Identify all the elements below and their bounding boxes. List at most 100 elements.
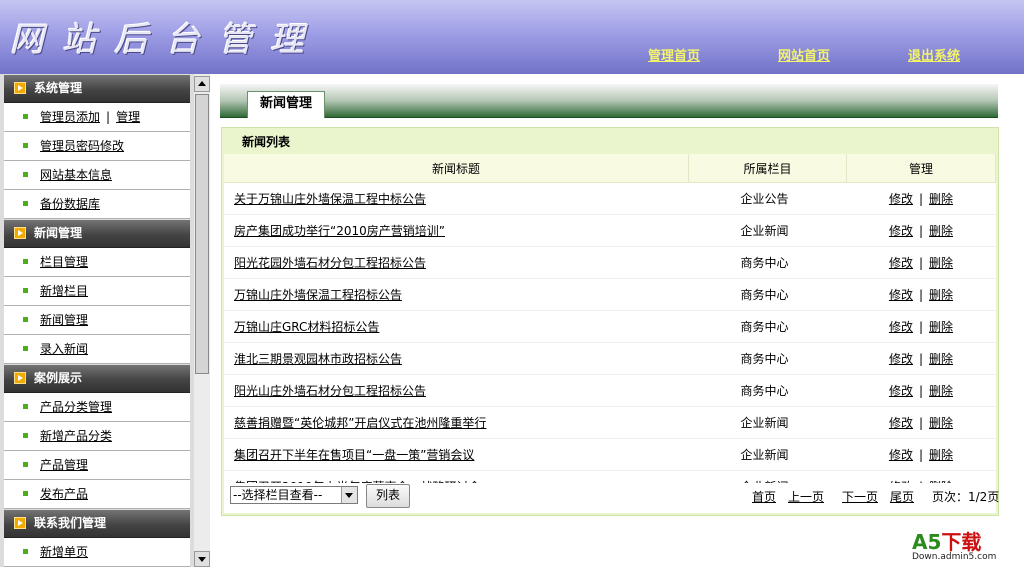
sidebar-item-label[interactable]: 管理员密码修改 [40, 132, 124, 160]
bullet-icon [23, 201, 28, 206]
nav-admin-home[interactable]: 管理首页 [648, 45, 700, 64]
table-row: 万锦山庄GRC材料招标公告 商务中心 修改 | 删除 [224, 310, 996, 343]
delete-link[interactable]: 删除 [929, 352, 953, 366]
separator: | [106, 110, 111, 124]
delete-link[interactable]: 删除 [929, 192, 953, 206]
news-title-link[interactable]: 阳光花园外墙石材分包工程招标公告 [224, 246, 689, 279]
sidebar-item-label[interactable]: 栏目管理 [40, 248, 88, 276]
sidebar-item-page-add[interactable]: 新增单页 [4, 538, 190, 567]
expand-arrow-icon [14, 227, 26, 239]
column-filter-select[interactable]: --选择栏目查看-- [230, 486, 358, 504]
row-actions: 修改 | 删除 [846, 406, 996, 439]
sidebar-item-news-manage[interactable]: 新闻管理 [4, 306, 190, 335]
separator: | [918, 320, 924, 334]
row-actions: 修改 | 删除 [846, 246, 996, 279]
edit-link[interactable]: 修改 [889, 224, 913, 238]
nav-site-home[interactable]: 网站首页 [778, 45, 830, 64]
delete-link[interactable]: 删除 [929, 224, 953, 238]
news-category: 企业新闻 [688, 406, 847, 439]
sidebar-menu: 系统管理 管理员添加 | 管理 管理员密码修改 网站基本信息 备份数据库 新闻管理 … [0, 74, 194, 567]
bullet-icon [23, 259, 28, 264]
bullet-icon [23, 114, 28, 119]
delete-link[interactable]: 删除 [929, 288, 953, 302]
admin-manage-link[interactable]: 管理 [116, 110, 140, 124]
edit-link[interactable]: 修改 [889, 192, 913, 206]
sidebar-item-news-add[interactable]: 录入新闻 [4, 335, 190, 364]
watermark-url: Down.admin5.com [912, 552, 997, 562]
sidebar-item-password[interactable]: 管理员密码修改 [4, 132, 190, 161]
edit-link[interactable]: 修改 [889, 384, 913, 398]
sidebar-category-contact[interactable]: 联系我们管理 [4, 510, 190, 538]
delete-link[interactable]: 删除 [929, 448, 953, 462]
admin-add-link[interactable]: 管理员添加 [40, 110, 100, 124]
bullet-icon [23, 346, 28, 351]
sidebar-item-label[interactable]: 备份数据库 [40, 190, 100, 218]
sidebar-item-column-manage[interactable]: 栏目管理 [4, 248, 190, 277]
sidebar-item-product-category[interactable]: 产品分类管理 [4, 393, 190, 422]
table-row: 阳光山庄外墙石材分包工程招标公告 商务中心 修改 | 删除 [224, 374, 996, 407]
sidebar-item-product-manage[interactable]: 产品管理 [4, 451, 190, 480]
table-header-row: 新闻标题 所属栏目 管理 [224, 154, 996, 183]
sidebar-category-cases[interactable]: 案例展示 [4, 365, 190, 393]
pager-last[interactable]: 尾页 [890, 488, 914, 505]
scroll-down-icon[interactable] [194, 551, 210, 567]
news-title-link[interactable]: 阳光山庄外墙石材分包工程招标公告 [224, 374, 689, 407]
expand-arrow-icon [14, 82, 26, 94]
edit-link[interactable]: 修改 [889, 416, 913, 430]
list-button[interactable]: 列表 [366, 484, 410, 508]
sidebar-item-label[interactable]: 发布产品 [40, 480, 88, 508]
delete-link[interactable]: 删除 [929, 320, 953, 334]
sidebar-scrollbar[interactable] [194, 74, 210, 567]
delete-link[interactable]: 删除 [929, 256, 953, 270]
row-actions: 修改 | 删除 [846, 438, 996, 471]
sidebar-item-column-add[interactable]: 新增栏目 [4, 277, 190, 306]
tab-news-manage[interactable]: 新闻管理 [247, 91, 326, 118]
news-table: 新闻标题 所属栏目 管理 关于万锦山庄外墙保温工程中标公告 企业公告 修改 | 删除 房产… [224, 154, 996, 503]
news-title-link[interactable]: 万锦山庄GRC材料招标公告 [224, 310, 689, 343]
edit-link[interactable]: 修改 [889, 288, 913, 302]
edit-link[interactable]: 修改 [889, 256, 913, 270]
pager-info: 页次：1/2页 [932, 490, 1000, 504]
sidebar-category-system[interactable]: 系统管理 [4, 75, 190, 103]
delete-link[interactable]: 删除 [929, 384, 953, 398]
sidebar-item-label[interactable]: 新增栏目 [40, 277, 88, 305]
sidebar-item-label[interactable]: 新增单页 [40, 538, 88, 566]
pager-next[interactable]: 下一页 [842, 488, 878, 505]
content-title-bar: 新闻管理 [220, 84, 998, 118]
edit-link[interactable]: 修改 [889, 352, 913, 366]
separator: | [918, 448, 924, 462]
news-category: 商务中心 [688, 342, 847, 375]
delete-link[interactable]: 删除 [929, 416, 953, 430]
scroll-thumb[interactable] [195, 94, 209, 374]
edit-link[interactable]: 修改 [889, 448, 913, 462]
sidebar-item-label[interactable]: 新增产品分类 [40, 422, 112, 450]
news-title-link[interactable]: 慈善捐赠暨“英伦城邦”开启仪式在池州隆重举行 [224, 406, 689, 439]
row-actions: 修改 | 删除 [846, 214, 996, 247]
sidebar-category-news[interactable]: 新闻管理 [4, 220, 190, 248]
nav-logout[interactable]: 退出系统 [908, 45, 960, 64]
edit-link[interactable]: 修改 [889, 320, 913, 334]
scroll-up-icon[interactable] [194, 76, 210, 92]
news-title-link[interactable]: 集团召开下半年在售项目“一盘一策”营销会议 [224, 438, 689, 471]
sidebar-item-site-info[interactable]: 网站基本信息 [4, 161, 190, 190]
table-footer: --选择栏目查看-- 列表 首页 上一页 下一页 尾页 页次：1/2页 [224, 483, 1000, 513]
sidebar-item-label[interactable]: 网站基本信息 [40, 161, 112, 189]
news-title-link[interactable]: 万锦山庄外墙保温工程招标公告 [224, 278, 689, 311]
separator: | [918, 256, 924, 270]
news-title-link[interactable]: 淮北三期景观园林市政招标公告 [224, 342, 689, 375]
sidebar-item-product-publish[interactable]: 发布产品 [4, 480, 190, 509]
pager-first[interactable]: 首页 [752, 488, 776, 505]
sidebar-item-product-category-add[interactable]: 新增产品分类 [4, 422, 190, 451]
chevron-down-icon[interactable] [341, 487, 357, 503]
news-title-link[interactable]: 房产集团成功举行“2010房产营销培训” [224, 214, 689, 247]
news-title-link[interactable]: 关于万锦山庄外墙保温工程中标公告 [224, 182, 689, 215]
sidebar-item-label[interactable]: 新闻管理 [40, 306, 88, 334]
news-category: 商务中心 [688, 374, 847, 407]
pager-prev[interactable]: 上一页 [788, 488, 824, 505]
sidebar-item-backup[interactable]: 备份数据库 [4, 190, 190, 219]
sidebar-item-label[interactable]: 录入新闻 [40, 335, 88, 363]
sidebar-item-label[interactable]: 产品管理 [40, 451, 88, 479]
sidebar-item-label[interactable]: 产品分类管理 [40, 393, 112, 421]
header: 网站后台管理 管理首页 网站首页 退出系统 [0, 0, 1024, 74]
news-category: 商务中心 [688, 278, 847, 311]
